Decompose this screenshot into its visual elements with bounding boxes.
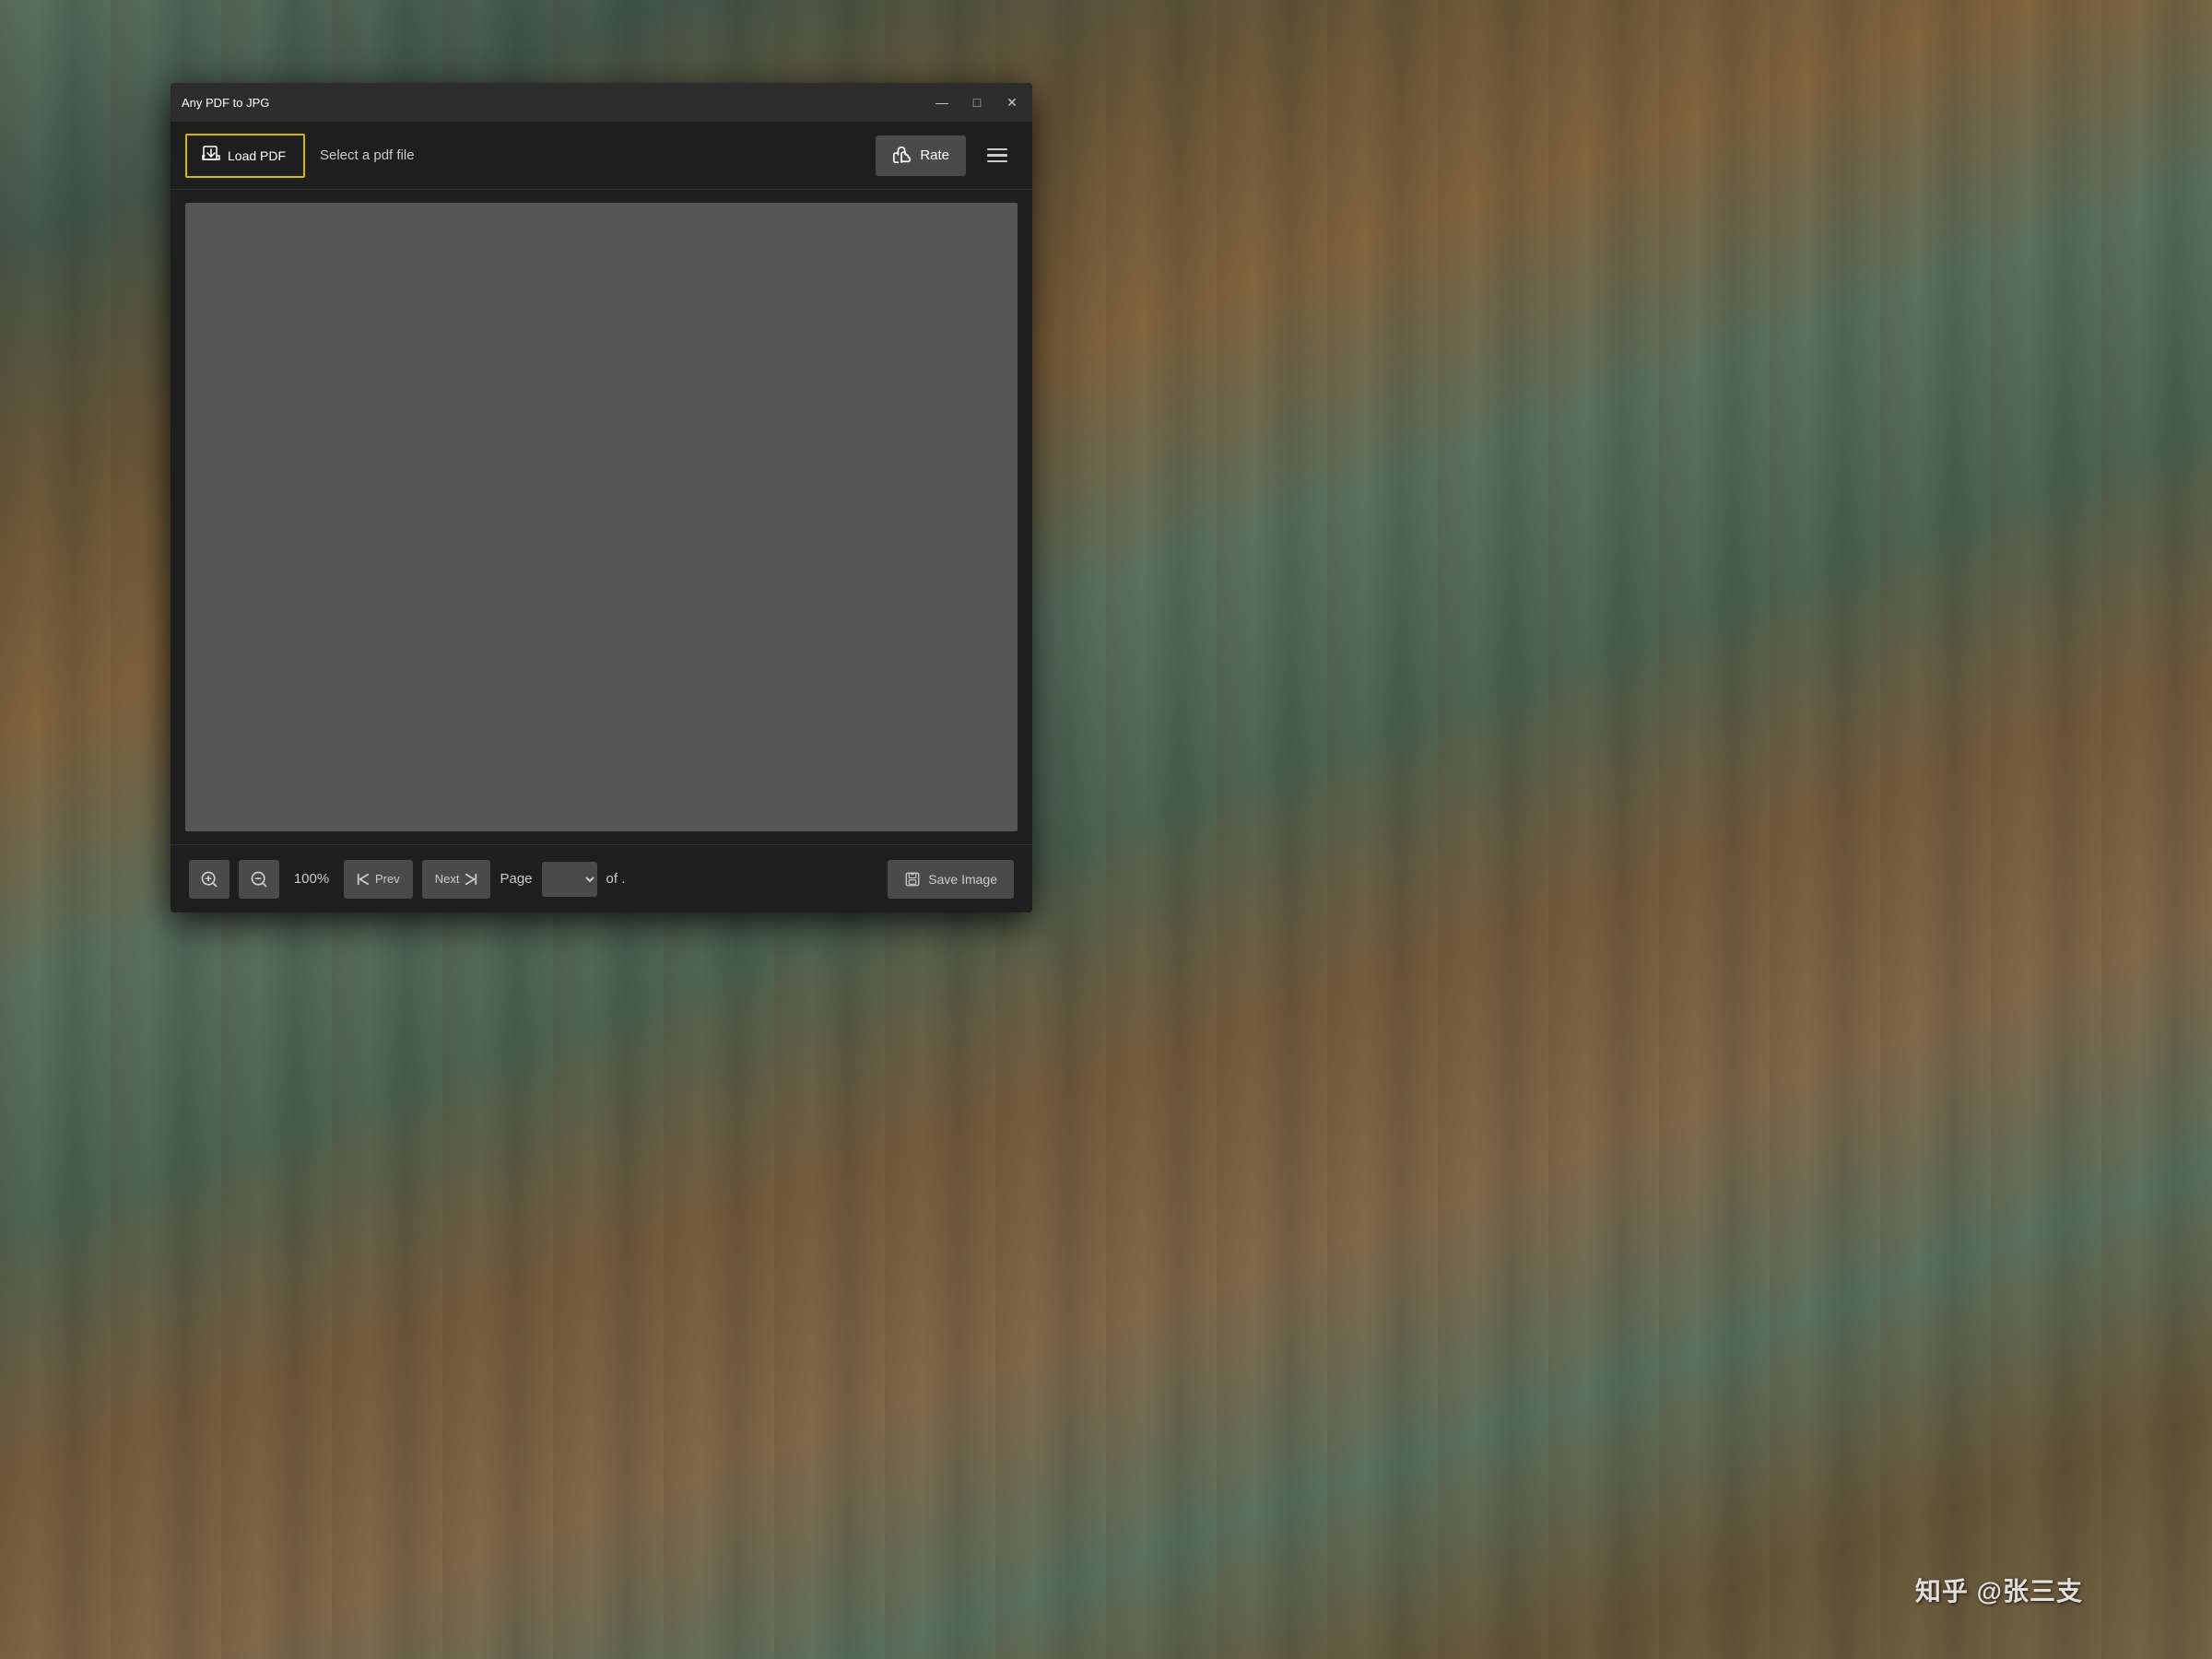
- thumbs-up-icon: [892, 144, 912, 168]
- menu-line-3: [987, 160, 1007, 163]
- pdf-preview-canvas: [185, 203, 1018, 831]
- toolbar-right: Rate: [876, 135, 1018, 176]
- load-pdf-icon: [202, 145, 220, 166]
- toolbar: Load PDF Select a pdf file Rate: [171, 122, 1032, 190]
- app-window: Any PDF to JPG — □ ✕ Load PDF Select a p…: [171, 83, 1032, 912]
- app-title: Any PDF to JPG: [182, 96, 269, 110]
- file-hint-text: Select a pdf file: [320, 147, 861, 163]
- rate-button[interactable]: Rate: [876, 135, 966, 176]
- of-label: of .: [606, 871, 626, 887]
- rate-label: Rate: [920, 147, 949, 163]
- save-image-button[interactable]: Save Image: [888, 860, 1014, 899]
- menu-line-2: [987, 154, 1007, 157]
- window-controls: — □ ✕: [933, 93, 1021, 112]
- menu-button[interactable]: [977, 135, 1018, 176]
- preview-area: [171, 190, 1032, 844]
- bottom-bar: 100% Prev Next Page of .: [171, 844, 1032, 912]
- load-pdf-button[interactable]: Load PDF: [185, 134, 305, 178]
- page-label: Page: [500, 871, 532, 887]
- prev-button[interactable]: Prev: [344, 860, 413, 899]
- save-image-label: Save Image: [928, 872, 997, 887]
- next-label: Next: [435, 872, 460, 886]
- watermark: 知乎 @张三支: [1915, 1571, 2083, 1608]
- minimize-button[interactable]: —: [933, 93, 951, 112]
- menu-line-1: [987, 148, 1007, 151]
- prev-label: Prev: [375, 872, 400, 886]
- title-bar: Any PDF to JPG — □ ✕: [171, 83, 1032, 122]
- maximize-button[interactable]: □: [968, 93, 986, 112]
- next-button[interactable]: Next: [422, 860, 491, 899]
- zoom-level: 100%: [288, 871, 335, 887]
- zoom-out-button[interactable]: [239, 860, 279, 899]
- page-dropdown[interactable]: [542, 862, 597, 897]
- zoom-in-button[interactable]: [189, 860, 229, 899]
- close-button[interactable]: ✕: [1003, 93, 1021, 112]
- load-pdf-label: Load PDF: [228, 148, 286, 163]
